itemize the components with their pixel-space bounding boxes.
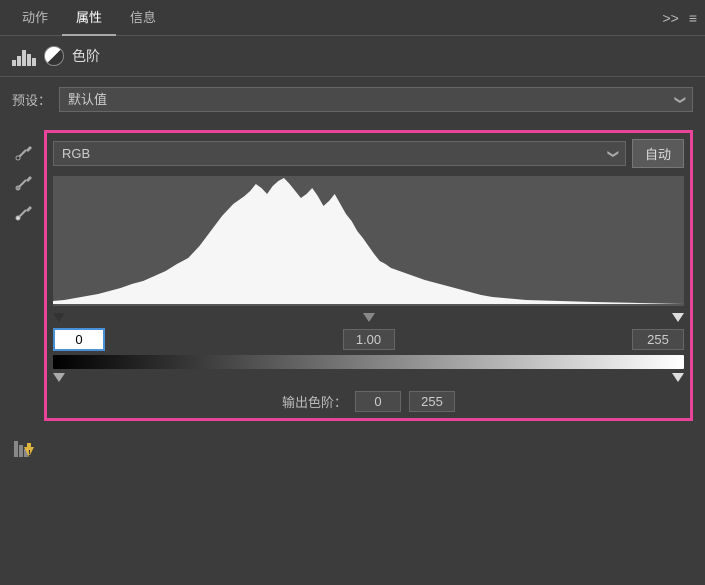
eyedropper-black-icon[interactable] <box>12 140 36 164</box>
output-white-triangle[interactable] <box>672 373 684 382</box>
preset-select[interactable]: 默认值 较亮 较暗 中间调较亮 中间调较暗 <box>59 87 693 112</box>
output-levels-row: 输出色阶： <box>53 391 684 412</box>
output-levels-label: 输出色阶： <box>282 392 347 411</box>
tab-actions[interactable]: 动作 <box>8 0 62 36</box>
output-slider-row <box>53 373 684 387</box>
input-values-row: 1.00 255 <box>53 328 684 351</box>
histogram-warning-icon[interactable]: ! <box>12 437 36 461</box>
output-black-triangle[interactable] <box>53 373 65 382</box>
left-tools <box>12 130 36 421</box>
tab-menu-icon[interactable]: ≡ <box>689 10 697 26</box>
input-black-triangle[interactable] <box>53 313 65 322</box>
tab-properties[interactable]: 属性 <box>62 0 116 36</box>
levels-panel: RGB 红 绿 蓝 自动 1.0 <box>44 130 693 421</box>
input-white-triangle[interactable] <box>672 313 684 322</box>
channel-select-wrapper: RGB 红 绿 蓝 <box>53 141 626 166</box>
bottom-bar: ! <box>0 429 705 469</box>
input-white-display[interactable]: 255 <box>632 329 684 350</box>
preset-label: 预设： <box>12 90 51 109</box>
svg-text:!: ! <box>28 449 31 458</box>
output-black-field[interactable] <box>355 391 401 412</box>
main-content: RGB 红 绿 蓝 自动 1.0 <box>0 122 705 429</box>
histogram-container <box>53 176 684 306</box>
channel-select[interactable]: RGB 红 绿 蓝 <box>53 141 626 166</box>
eyedropper-gray-icon[interactable] <box>12 170 36 194</box>
input-midtone-triangle[interactable] <box>363 313 375 322</box>
output-white-field[interactable] <box>409 391 455 412</box>
tab-bar: 动作 属性 信息 >> ≡ <box>0 0 705 36</box>
tab-more-icon[interactable]: >> <box>662 10 678 26</box>
input-black-field[interactable] <box>53 328 105 351</box>
preset-select-wrapper: 默认值 较亮 较暗 中间调较亮 中间调较暗 <box>59 87 693 112</box>
tab-info[interactable]: 信息 <box>116 0 170 36</box>
output-gradient-bar <box>53 355 684 369</box>
eyedropper-white-icon[interactable] <box>12 200 36 224</box>
panel-title: 色阶 <box>72 46 100 66</box>
auto-button[interactable]: 自动 <box>632 139 684 168</box>
channel-row: RGB 红 绿 蓝 自动 <box>53 139 684 168</box>
input-slider-row <box>53 310 684 324</box>
adjustment-layer-icon <box>44 46 64 66</box>
panel-header: 色阶 <box>0 36 705 77</box>
tab-extra-controls: >> ≡ <box>662 10 697 26</box>
preset-row: 预设： 默认值 较亮 较暗 中间调较亮 中间调较暗 <box>0 77 705 122</box>
input-midtone-display[interactable]: 1.00 <box>343 329 395 350</box>
levels-icon <box>12 46 36 66</box>
